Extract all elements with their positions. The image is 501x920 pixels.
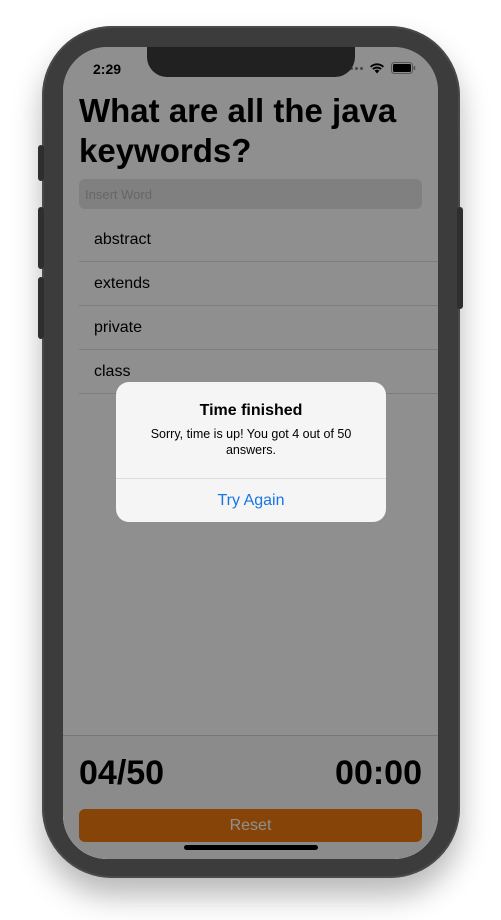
try-again-button[interactable]: Try Again [116, 479, 386, 522]
volume-down-button [38, 277, 44, 339]
alert-dialog: Time finished Sorry, time is up! You got… [116, 382, 386, 522]
power-button [457, 207, 463, 309]
app-screen: 2:29 What are all the java keywords? abs… [63, 47, 438, 859]
volume-up-button [38, 207, 44, 269]
home-indicator[interactable] [184, 845, 318, 850]
alert-title: Time finished [199, 402, 303, 419]
mute-switch [38, 145, 44, 181]
alert-message: Sorry, time is up! You got 4 out of 50 a… [150, 427, 352, 457]
